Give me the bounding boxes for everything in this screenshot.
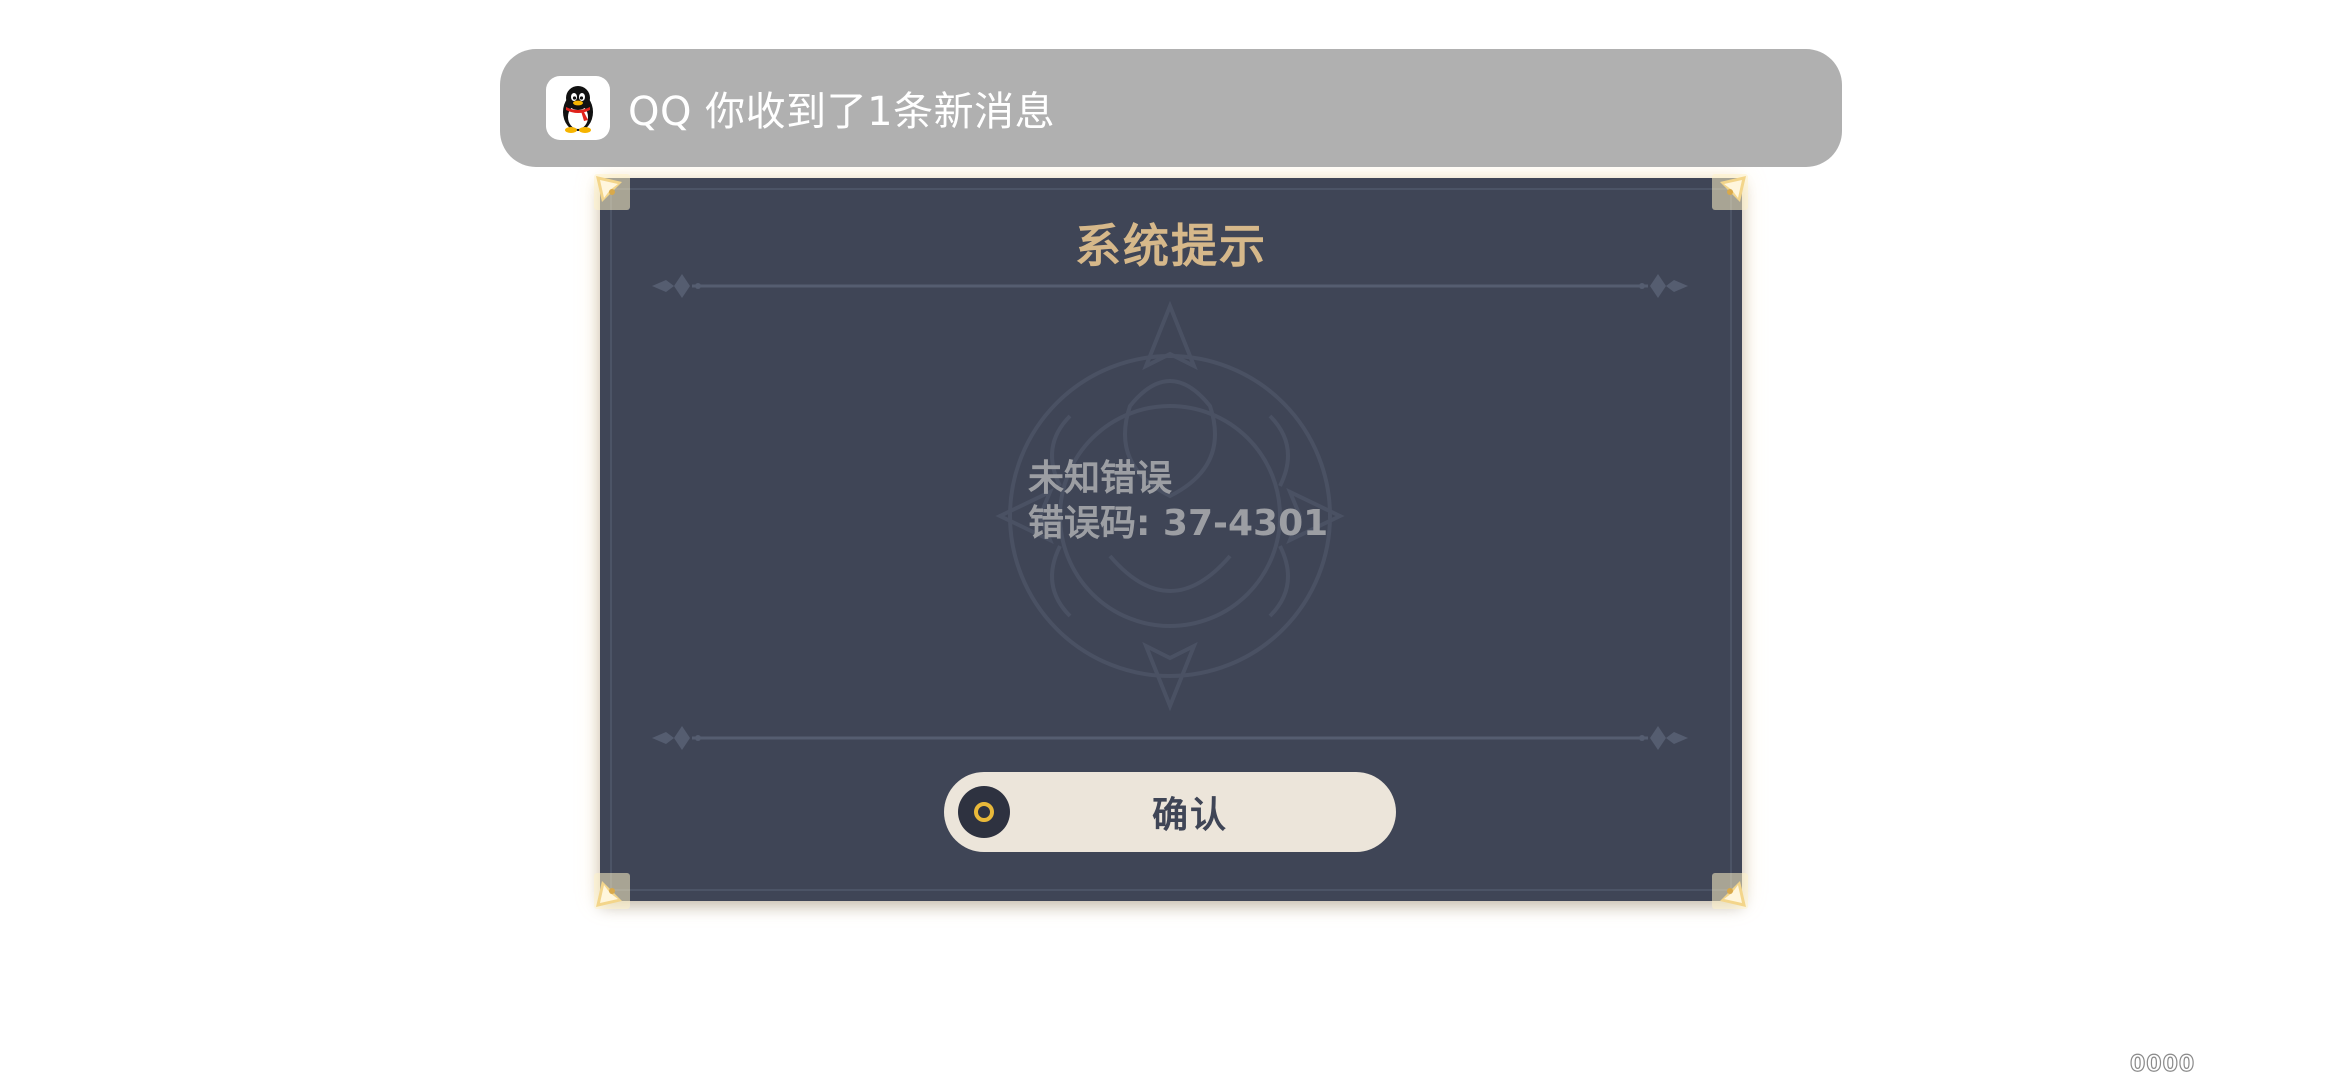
corner-ornament-icon [594, 873, 630, 909]
notification-text: QQ 你收到了1条新消息 [628, 89, 1056, 135]
error-message: 未知错误 错误码: 37-4301 [1028, 456, 1328, 546]
corner-ornament-icon [1712, 873, 1748, 909]
notification-banner[interactable]: QQ 你收到了1条新消息 [500, 49, 1842, 167]
ornamental-divider [652, 726, 1688, 750]
confirm-label: 确认 [1151, 795, 1228, 836]
dialog-title: 系统提示 [1075, 219, 1267, 273]
ornamental-divider [652, 274, 1688, 298]
corner-code-label: 0000 [2129, 1051, 2196, 1077]
confirm-button[interactable]: 确认 [944, 772, 1396, 852]
system-dialog: 系统提示 未知错误 错误码: 37-4301 确认 [594, 174, 1748, 909]
error-title: 未知错误 [1028, 458, 1173, 499]
screen: QQ 你收到了1条新消息 系统提示 未知错误 错误码: 37-4301 确认 0… [0, 0, 2340, 1080]
corner-ornament-icon [594, 174, 630, 210]
qq-penguin-icon [546, 76, 610, 140]
error-code: 错误码: 37-4301 [1028, 503, 1329, 544]
corner-ornament-icon [1712, 174, 1748, 210]
